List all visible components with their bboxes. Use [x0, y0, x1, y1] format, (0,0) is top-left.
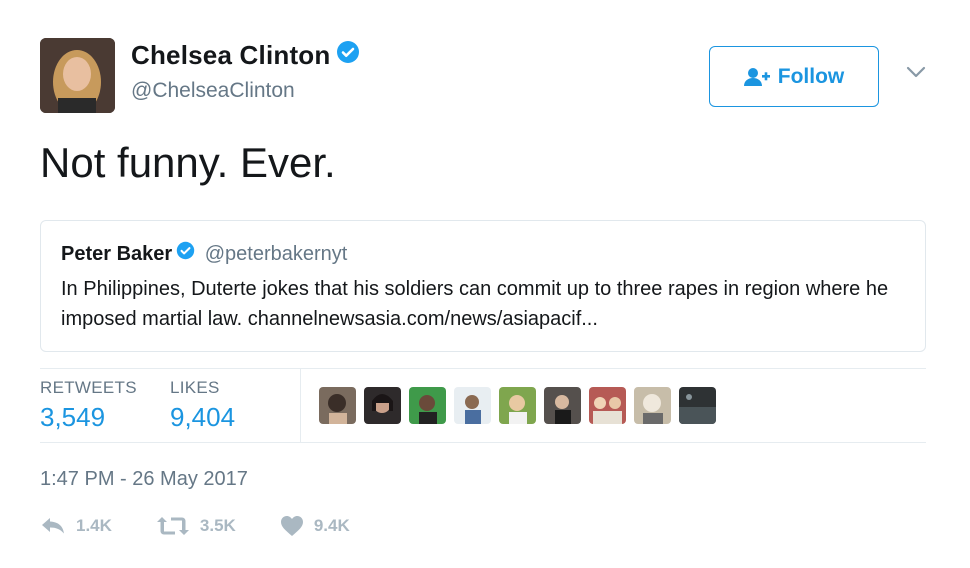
quoted-verified-badge-icon: [176, 241, 195, 267]
liker-avatars: [319, 387, 716, 424]
tweet-actions: 1.4K 3.5K 9.4K: [40, 515, 394, 537]
follow-button-label: Follow: [777, 64, 845, 88]
likes-value: 9,404: [170, 402, 236, 432]
stats-vertical-divider: [300, 369, 301, 442]
like-count: 9.4K: [313, 516, 350, 535]
like-button[interactable]: 9.4K: [280, 515, 350, 537]
retweet-button[interactable]: 3.5K: [156, 515, 236, 537]
reply-count: 1.4K: [76, 516, 112, 535]
retweets-value: 3,549: [40, 402, 106, 432]
liker-avatar[interactable]: [454, 387, 491, 424]
stats-divider-bottom: [40, 442, 926, 443]
add-user-icon: [743, 67, 770, 86]
liker-avatar[interactable]: [589, 387, 626, 424]
author-handle[interactable]: @ChelseaClinton: [131, 79, 295, 103]
more-options-caret[interactable]: [905, 64, 927, 80]
retweet-icon: [156, 517, 189, 535]
quoted-tweet[interactable]: Peter Baker @peterbakernyt In Philippine…: [40, 220, 926, 352]
liker-avatar[interactable]: [544, 387, 581, 424]
liker-avatar[interactable]: [634, 387, 671, 424]
liker-avatar[interactable]: [679, 387, 716, 424]
reply-icon: [42, 518, 64, 534]
tweet-timestamp[interactable]: 1:47 PM - 26 May 2017: [40, 468, 248, 491]
author-avatar[interactable]: [40, 38, 115, 113]
likes-label: LIKES: [170, 378, 220, 397]
retweets-label: RETWEETS: [40, 378, 137, 397]
avatar-photo: [40, 38, 115, 113]
verified-badge-icon: [336, 40, 360, 71]
liker-avatar[interactable]: [364, 387, 401, 424]
quoted-author-name: Peter Baker: [61, 243, 173, 265]
follow-button[interactable]: Follow: [709, 46, 879, 107]
retweets-stat[interactable]: RETWEETS 3,549: [40, 378, 137, 433]
retweet-count: 3.5K: [199, 516, 236, 535]
author-name-text: Chelsea Clinton: [131, 40, 331, 70]
tweet-text: Not funny. Ever.: [40, 139, 336, 186]
quoted-author-handle: @peterbakernyt: [204, 243, 348, 265]
chevron-down-icon: [906, 66, 926, 78]
liker-avatar[interactable]: [409, 387, 446, 424]
stats-divider-top: [40, 368, 926, 369]
heart-icon: [280, 516, 303, 536]
liker-avatar[interactable]: [319, 387, 356, 424]
likes-stat[interactable]: LIKES 9,404: [170, 378, 235, 433]
reply-button[interactable]: 1.4K: [40, 516, 112, 536]
quoted-tweet-text: In Philippines, Duterte jokes that his s…: [61, 277, 889, 330]
quoted-tweet-header: Peter Baker @peterbakernyt: [61, 241, 905, 268]
liker-avatar[interactable]: [499, 387, 536, 424]
author-display-name[interactable]: Chelsea Clinton: [131, 40, 360, 73]
